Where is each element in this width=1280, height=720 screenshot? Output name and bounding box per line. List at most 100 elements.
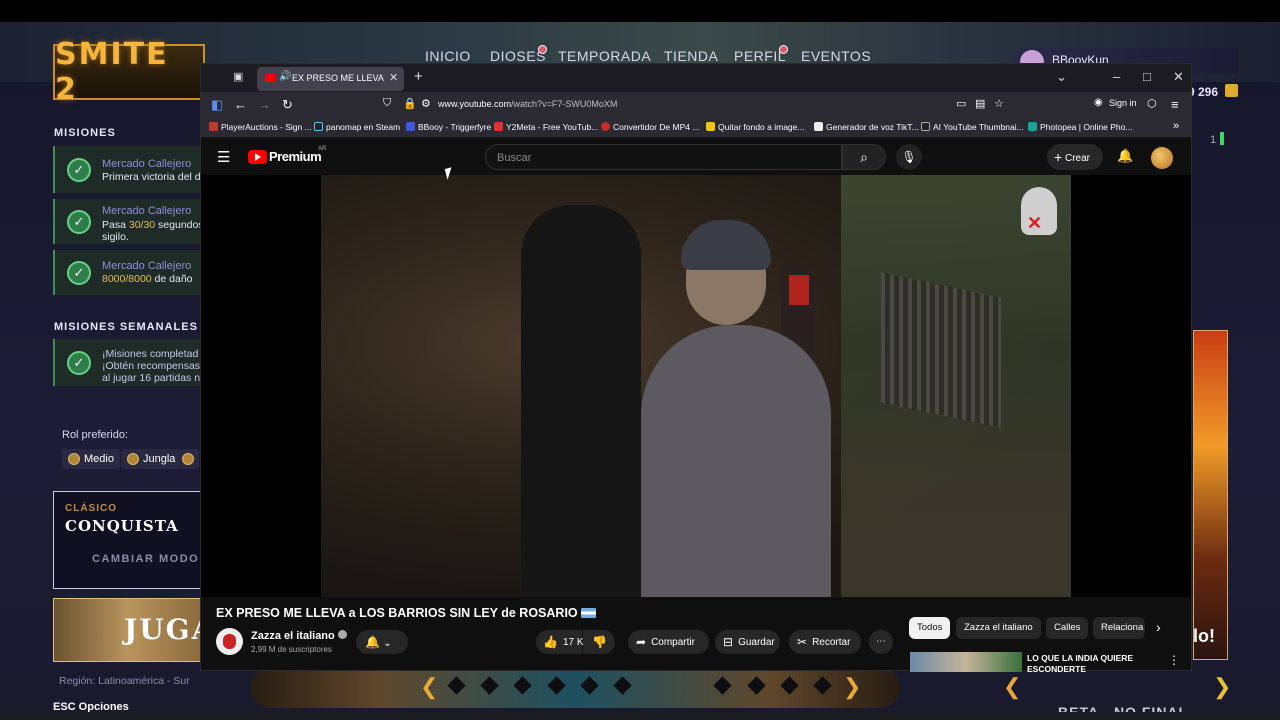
- subscriber-count: 2,99 M de suscriptores: [251, 645, 332, 654]
- banner-prev-icon[interactable]: ❮: [1003, 674, 1021, 700]
- youtube-logo-icon[interactable]: [248, 150, 267, 164]
- sign-in-button[interactable]: Sign in: [1109, 98, 1137, 108]
- share-button[interactable]: ➦ Compartir: [628, 630, 709, 654]
- close-window-icon[interactable]: ✕: [1173, 69, 1184, 85]
- nav-bar: ◧ ← → ↻ ⛉ 🔒 ⚙ www.youtube.com/watch?v=F7…: [201, 92, 1191, 118]
- region-label: Región: Latinoamérica - Sur: [59, 675, 190, 687]
- mission-card[interactable]: ✓ Mercado Callejero Pasa 30/30 segundos …: [53, 199, 204, 244]
- weekly-line-2: ¡Obtén recompensas: [102, 360, 201, 372]
- more-vertical-icon[interactable]: ⋮: [1168, 653, 1180, 667]
- lock-icon[interactable]: 🔒: [403, 97, 417, 110]
- role-jungle[interactable]: Jungla: [121, 449, 182, 469]
- mission-card[interactable]: ✓ Mercado Callejero 8000/8000 de daño: [53, 250, 203, 295]
- browser-window: ▣ 🔊 EX PRESO ME LLEVA a LOS ✕ + ⌄ – □ ✕ …: [200, 63, 1192, 674]
- search-placeholder: Buscar: [497, 152, 532, 164]
- hamburger-menu-icon[interactable]: ☰: [217, 148, 230, 166]
- bookmark-star-icon[interactable]: ☆: [994, 97, 1004, 110]
- argentina-flag-icon: [580, 608, 596, 618]
- video-scene-figure: [681, 220, 771, 270]
- new-tab-icon[interactable]: +: [414, 68, 423, 85]
- notifications-bell-icon[interactable]: 🔔: [1117, 148, 1133, 164]
- picture-in-picture-icon[interactable]: ▭: [956, 97, 966, 110]
- bookmarks-bar: PlayerAuctions - Sign ... panomap en Ste…: [201, 118, 1191, 138]
- close-tab-icon[interactable]: ✕: [389, 71, 398, 84]
- bookmark-item[interactable]: Photopea | Online Pho...: [1028, 122, 1132, 132]
- mission-title: Mercado Callejero: [102, 260, 192, 272]
- nav-inicio[interactable]: INICIO: [425, 48, 471, 64]
- video-scene-fence: [881, 272, 1001, 428]
- bookmark-item[interactable]: Y2Meta - Free YouTub...: [494, 122, 598, 132]
- speaker-icon[interactable]: 🔊: [279, 71, 291, 82]
- recommended-thumbnail[interactable]: [910, 652, 1022, 672]
- youtube-logo-text[interactable]: Premium: [269, 149, 322, 164]
- search-input[interactable]: Buscar: [485, 144, 842, 170]
- mission-title: Mercado Callejero: [102, 205, 192, 217]
- play-button[interactable]: JUGA: [53, 598, 213, 662]
- app-menu-icon[interactable]: ≡: [1171, 97, 1179, 112]
- nav-temporada[interactable]: TEMPORADA: [558, 48, 651, 64]
- save-button[interactable]: ⊟ Guardar: [715, 630, 780, 654]
- sidebar-icon[interactable]: ◧: [211, 97, 223, 113]
- bookmark-item[interactable]: Quitar fondo a image...: [706, 122, 804, 132]
- channel-avatar[interactable]: [216, 628, 243, 655]
- scissors-icon: ✂: [797, 635, 808, 649]
- maximize-icon[interactable]: □: [1143, 69, 1151, 84]
- clip-button[interactable]: ✂ Recortar: [789, 630, 861, 654]
- bookmark-icon: [406, 122, 415, 131]
- permissions-icon[interactable]: ⚙: [421, 97, 431, 110]
- dislike-button[interactable]: 👎: [583, 630, 615, 654]
- role-more[interactable]: [179, 449, 199, 469]
- tab-list-icon[interactable]: ▣: [233, 70, 247, 84]
- like-button[interactable]: 👍 17 K: [536, 630, 584, 654]
- minimize-icon[interactable]: –: [1113, 69, 1120, 84]
- chip-related[interactable]: Relaciona: [1093, 617, 1145, 639]
- role-mid[interactable]: Medio: [62, 449, 120, 469]
- mission-card[interactable]: ✓ Mercado Callejero Primera victoria del…: [53, 146, 203, 193]
- tracking-shield-icon[interactable]: ⛉: [383, 97, 391, 110]
- smite-logo: SMITE 2: [53, 37, 205, 107]
- carousel-next-icon[interactable]: ❯: [843, 674, 861, 700]
- back-icon[interactable]: ←: [234, 97, 247, 112]
- search-button[interactable]: ⌕: [842, 144, 886, 170]
- tab-overflow-icon[interactable]: ⌄: [1056, 69, 1067, 85]
- chip-channel[interactable]: Zazza el italiano: [956, 617, 1041, 639]
- mission-title: Mercado Callejero: [102, 158, 192, 170]
- nav-tienda[interactable]: TIENDA: [664, 48, 718, 64]
- bookmark-item[interactable]: AI YouTube Thumbnai...: [921, 122, 1024, 132]
- bookmarks-overflow-icon[interactable]: »: [1173, 120, 1179, 132]
- more-actions-button[interactable]: ⋯: [869, 630, 893, 654]
- user-avatar[interactable]: [1151, 147, 1173, 169]
- extensions-icon[interactable]: ⬡: [1147, 97, 1157, 110]
- nav-eventos[interactable]: EVENTOS: [801, 48, 871, 64]
- bookmark-item[interactable]: PlayerAuctions - Sign ...: [209, 122, 312, 132]
- bookmark-item[interactable]: BBooy - Triggerfyre: [406, 122, 491, 132]
- weekly-mission-card[interactable]: ✓ ¡Misiones completad ¡Obtén recompensas…: [53, 339, 203, 386]
- microphone-icon[interactable]: 🎙: [896, 144, 922, 170]
- bookmark-item[interactable]: panomap en Steam: [314, 122, 400, 132]
- bookmark-item[interactable]: Generador de voz TikT...: [814, 122, 919, 132]
- mode-card[interactable]: CLÁSICO CONQUISTA CAMBIAR MODO: [53, 491, 203, 589]
- account-icon[interactable]: ◉: [1094, 97, 1103, 108]
- event-banner[interactable]: [1193, 330, 1228, 660]
- url-bar[interactable]: ⛉ 🔒 ⚙ www.youtube.com/watch?v=F7-SWU0MoX…: [373, 95, 1013, 115]
- reload-icon[interactable]: ↻: [282, 97, 293, 113]
- mode-name: CONQUISTA: [65, 517, 179, 535]
- forward-icon[interactable]: →: [258, 97, 271, 112]
- create-button[interactable]: + Crear: [1047, 144, 1103, 170]
- mission-desc: 8000/8000 de daño: [102, 273, 193, 285]
- channel-name[interactable]: Zazza el italiano: [251, 630, 347, 642]
- video-player[interactable]: ✕: [201, 175, 1191, 597]
- bookmark-item[interactable]: Convertidor De MP4 ...: [601, 122, 699, 132]
- recommended-title[interactable]: LO QUE LA INDIA QUIERE ESCONDERTE: [1027, 653, 1152, 675]
- video-title: EX PRESO ME LLEVA a LOS BARRIOS SIN LEY …: [216, 606, 596, 620]
- video-frame[interactable]: ✕: [321, 175, 1071, 597]
- reader-view-icon[interactable]: ▤: [975, 97, 985, 110]
- banner-next-icon[interactable]: ❯: [1213, 674, 1231, 700]
- subscription-bell-button[interactable]: 🔔 ⌄: [356, 630, 408, 654]
- carousel-prev-icon[interactable]: ❮: [420, 674, 438, 700]
- chip-streets[interactable]: Calles: [1046, 617, 1089, 639]
- chevron-right-icon[interactable]: ›: [1156, 619, 1161, 635]
- active-tab[interactable]: 🔊 EX PRESO ME LLEVA a LOS ✕: [257, 67, 404, 91]
- change-mode-button[interactable]: CAMBIAR MODO: [92, 553, 199, 565]
- chip-all[interactable]: Todos: [909, 617, 951, 639]
